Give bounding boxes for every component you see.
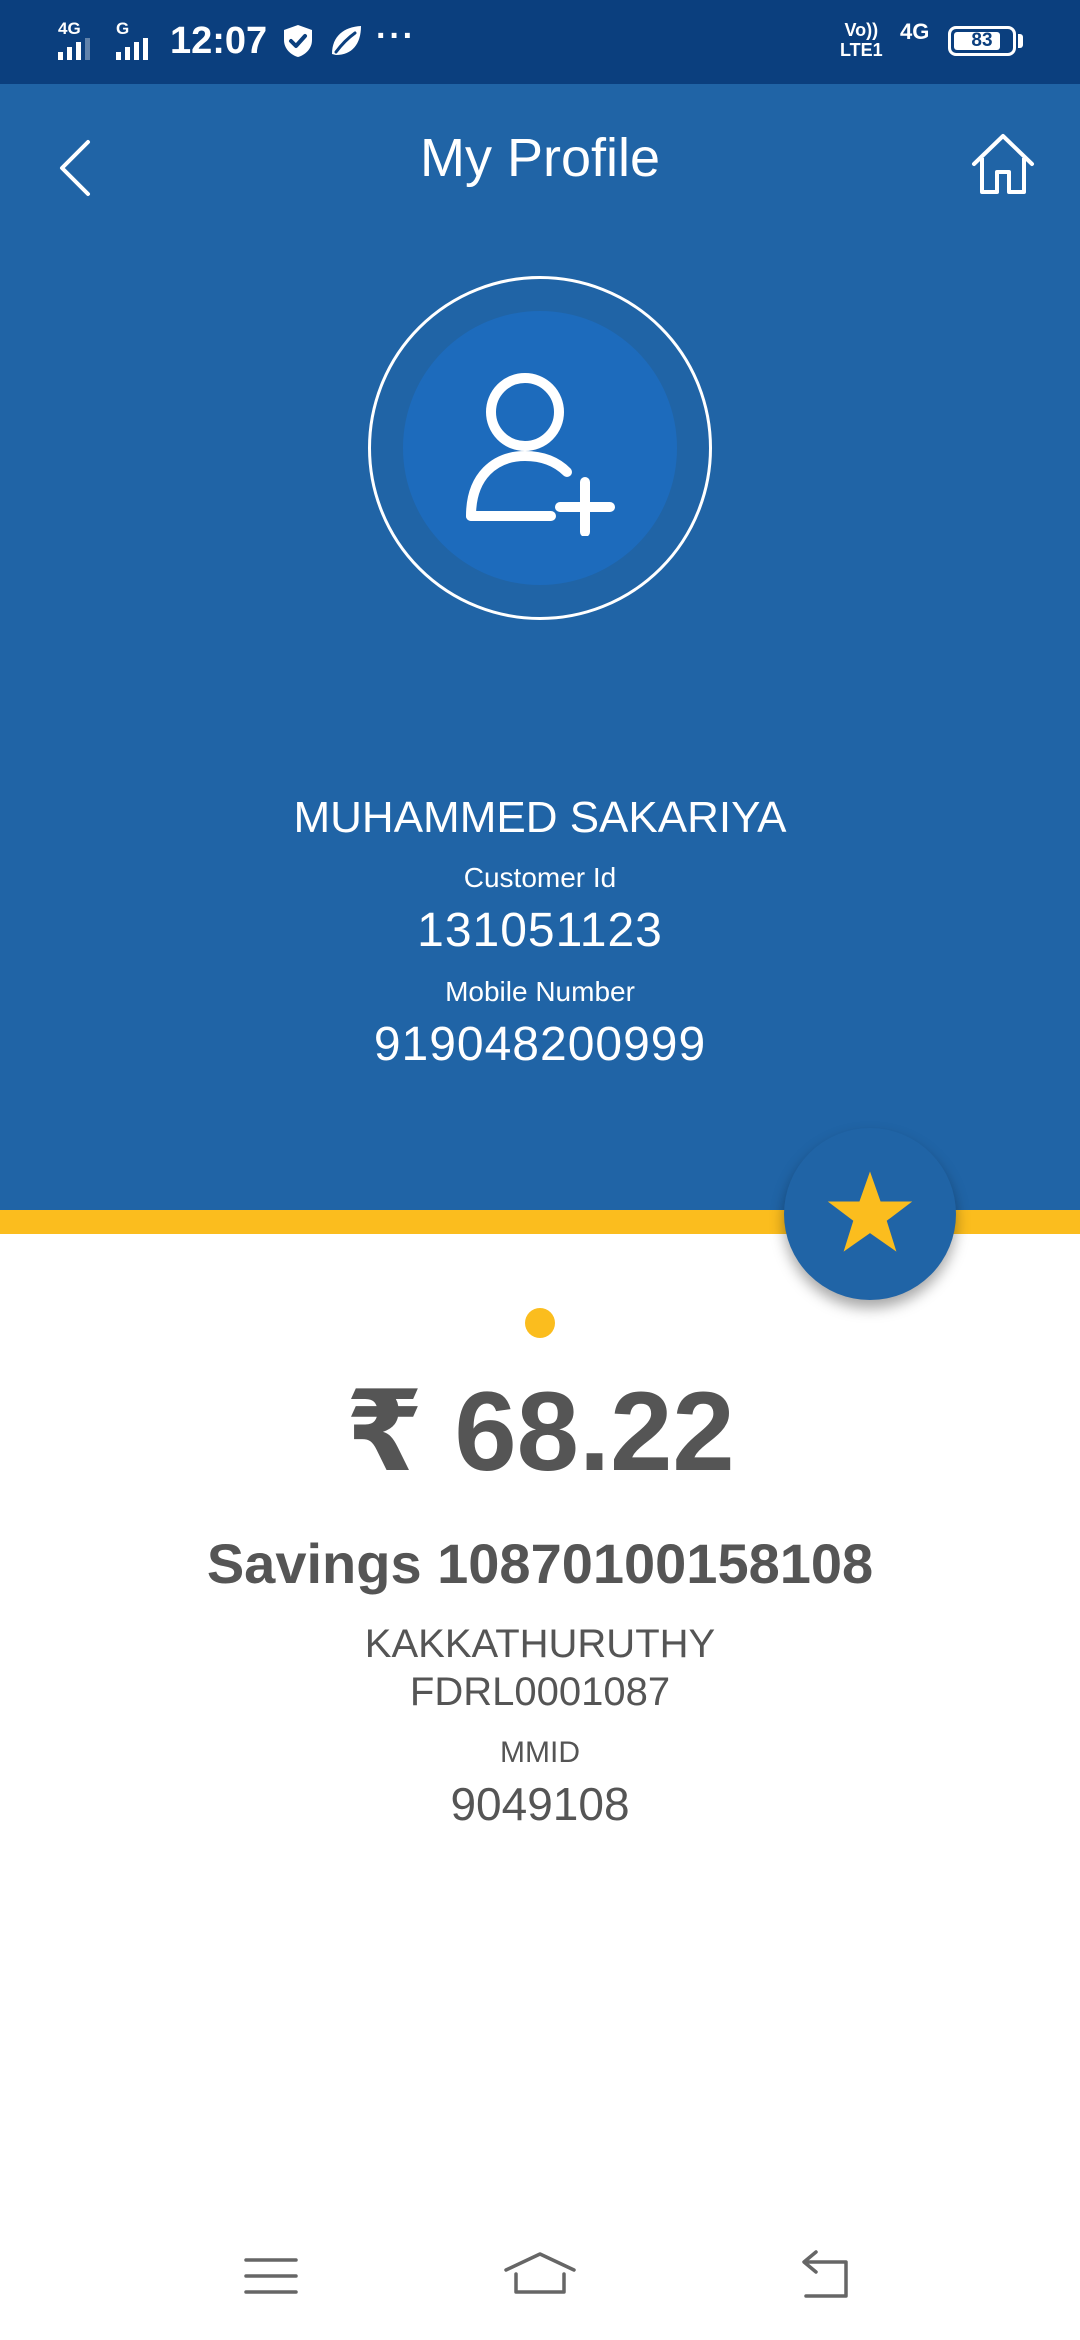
status-bar: 4G G 12:07 ··· Vo)) LTE1 4G 83 — [0, 0, 1080, 84]
mobile-number-value: 919048200999 — [373, 1018, 707, 1071]
more-notifications-icon: ··· — [376, 17, 416, 55]
menu-icon — [244, 2258, 298, 2294]
back-icon — [802, 2250, 848, 2298]
home-icon — [972, 134, 1034, 194]
star-icon — [827, 1171, 913, 1252]
battery-percent: 83 — [971, 30, 993, 51]
shield-icon — [284, 25, 312, 57]
system-navigation-bar — [0, 2220, 1080, 2340]
battery-icon: 83 — [948, 26, 1016, 56]
home-icon — [504, 2252, 576, 2294]
mobile-number-label: Mobile Number — [445, 976, 635, 1007]
network-type-label: 4G — [58, 19, 81, 38]
account-title: Savings 10870100158108 — [206, 1532, 874, 1595]
volte-label: Vo)) — [844, 20, 879, 40]
volte-indicator: Vo)) LTE1 — [840, 20, 883, 60]
signal-bars-icon — [116, 38, 148, 60]
recent-apps-button[interactable] — [232, 2240, 312, 2310]
favorite-button[interactable] — [784, 1128, 956, 1300]
avatar-background — [403, 311, 677, 585]
user-name: MUHAMMED SAKARIYA — [293, 793, 787, 842]
customer-id-label: Customer Id — [463, 862, 617, 893]
battery-tip — [1018, 34, 1023, 48]
system-back-button[interactable] — [786, 2240, 866, 2310]
account-balance: ₹ 68.22 — [345, 1369, 735, 1494]
page-title: My Profile — [419, 128, 661, 188]
system-home-button[interactable] — [500, 2240, 580, 2310]
leaf-icon — [332, 26, 361, 55]
lte-label: LTE1 — [840, 40, 883, 60]
home-button[interactable] — [968, 130, 1038, 200]
branch-name: KAKKATHURUTHY — [364, 1622, 716, 1666]
mmid-value: 9049108 — [450, 1778, 630, 1830]
ifsc-code: FDRL0001087 — [409, 1670, 671, 1714]
avatar[interactable] — [368, 276, 712, 620]
customer-id-value: 131051123 — [417, 904, 663, 957]
profile-header: My Profile MUHAMMED SAKARIYA Customer Id… — [0, 84, 1080, 1210]
add-user-icon — [466, 373, 615, 536]
page-indicator-dot — [525, 1308, 555, 1338]
signal-bars-icon — [58, 38, 90, 60]
status-time: 12:07 — [170, 20, 268, 62]
network-type-label: G — [116, 19, 130, 38]
mmid-label: MMID — [500, 1736, 580, 1769]
network-type-label: 4G — [900, 19, 930, 44]
